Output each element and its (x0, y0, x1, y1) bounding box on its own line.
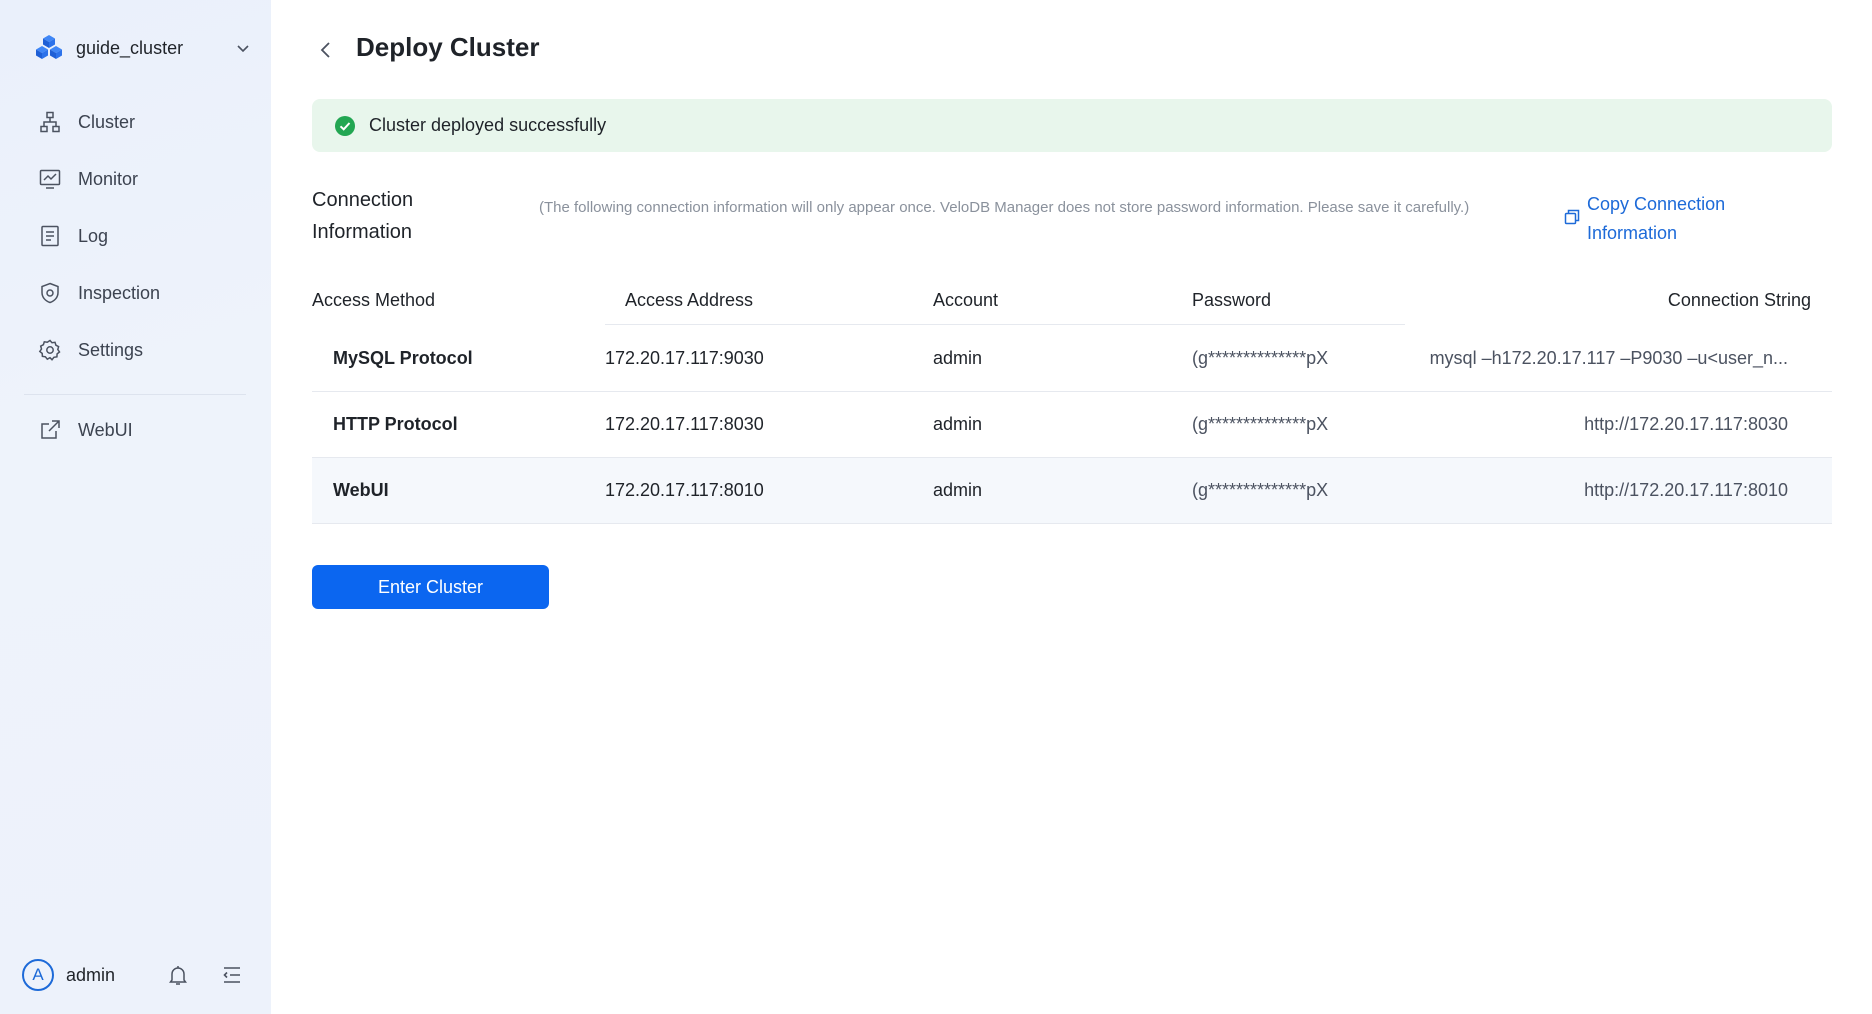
cell-password: (g**************pX (1192, 414, 1329, 434)
sidebar-item-settings[interactable]: Settings (24, 326, 246, 374)
sidebar-item-label: Settings (78, 339, 144, 360)
cell-method: WebUI (333, 480, 389, 500)
sidebar-item-cluster[interactable]: Cluster (24, 98, 246, 146)
alert-message: Cluster deployed successfully (369, 115, 607, 135)
success-alert: Cluster deployed successfully (312, 99, 1832, 152)
sidebar-webui-group: WebUI (24, 406, 246, 463)
sidebar-nav: Cluster Monitor Log Inspection Settings (24, 98, 246, 383)
shield-icon (41, 282, 59, 304)
cell-account: admin (933, 348, 983, 368)
col-connection-string: Connection String (1667, 290, 1811, 310)
sidebar-item-label: Inspection (78, 282, 161, 303)
sidebar-item-label: Monitor (78, 168, 139, 189)
cell-method: MySQL Protocol (333, 348, 473, 368)
table-row: HTTP Protocol 172.20.17.117:8030 admin (… (312, 392, 1832, 458)
cluster-icon (40, 111, 60, 133)
back-arrow-icon[interactable] (313, 37, 339, 63)
nav-divider (24, 394, 246, 395)
sidebar-item-label: Cluster (78, 111, 136, 132)
log-icon (41, 225, 59, 247)
col-password: Password (1192, 290, 1272, 310)
enter-cluster-button[interactable]: Enter Cluster (312, 565, 549, 609)
copy-connection-button[interactable]: Copy Connection Information (1563, 190, 1763, 248)
cluster-logo-icon (36, 35, 62, 59)
current-user[interactable]: admin (66, 965, 115, 986)
gear-icon (38, 339, 61, 361)
sidebar-footer: A admin (22, 957, 252, 993)
success-check-icon (335, 115, 355, 136)
sidebar-item-monitor[interactable]: Monitor (24, 155, 246, 203)
header-divider (605, 324, 1405, 325)
bell-icon[interactable] (166, 963, 190, 987)
connection-table: Access Method Access Address Account Pas… (312, 280, 1832, 524)
external-link-icon (41, 420, 60, 439)
cell-address: 172.20.17.117:9030 (605, 348, 764, 368)
cell-password: (g**************pX (1192, 348, 1329, 368)
col-access-address: Access Address (625, 290, 754, 310)
col-account: Account (933, 290, 999, 310)
cell-address: 172.20.17.117:8030 (605, 414, 764, 434)
page-title: Deploy Cluster (356, 32, 540, 62)
sidebar-item-log[interactable]: Log (24, 212, 246, 260)
copy-connection-label: Copy Connection Information (1587, 194, 1726, 243)
cluster-switcher[interactable]: guide_cluster (34, 30, 250, 66)
cluster-name: guide_cluster (76, 37, 184, 58)
collapse-menu-icon[interactable] (220, 963, 244, 987)
cell-connection-string: mysql –h172.20.17.117 –P9030 –u<user_n..… (1429, 348, 1788, 368)
col-access-method: Access Method (312, 290, 436, 310)
cell-connection-string: http://172.20.17.117:8010 (1584, 480, 1788, 500)
main-content: Deploy Cluster Cluster deployed successf… (271, 0, 1872, 1014)
cell-account: admin (933, 480, 983, 500)
connection-info-title: Connection Information (312, 189, 414, 243)
cell-connection-string: http://172.20.17.117:8030 (1584, 414, 1788, 434)
table-row: MySQL Protocol 172.20.17.117:9030 admin … (312, 326, 1832, 392)
sidebar: guide_cluster Cluster Monitor Log Inspec… (0, 0, 271, 1014)
sidebar-item-label: WebUI (78, 419, 133, 440)
table-header: Access Method Access Address Account Pas… (312, 280, 1832, 326)
sidebar-item-label: Log (78, 225, 109, 246)
chevron-down-icon (237, 45, 249, 53)
cell-address: 172.20.17.117:8010 (605, 480, 764, 500)
monitor-icon (39, 169, 61, 189)
avatar[interactable]: A (22, 959, 54, 991)
cell-password: (g**************pX (1192, 480, 1329, 500)
copy-icon (1564, 209, 1580, 225)
sidebar-item-inspection[interactable]: Inspection (24, 269, 246, 317)
sidebar-item-webui[interactable]: WebUI (24, 406, 246, 454)
cell-account: admin (933, 414, 983, 434)
table-row: WebUI 172.20.17.117:8010 admin (g*******… (312, 458, 1832, 524)
cell-method: HTTP Protocol (333, 414, 458, 434)
